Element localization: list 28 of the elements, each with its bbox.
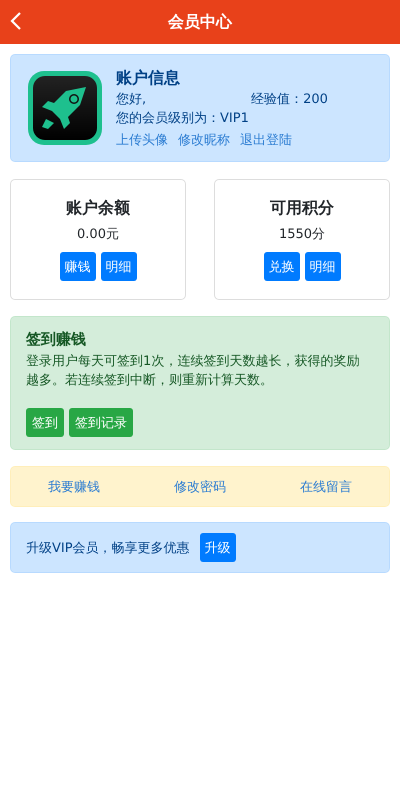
profile-link[interactable]: 修改昵称 xyxy=(178,130,230,150)
quick-link[interactable]: 修改密码 xyxy=(174,478,226,496)
checkin-button[interactable]: 签到记录 xyxy=(69,408,133,437)
action-button[interactable]: 明细 xyxy=(100,252,136,281)
quick-link[interactable]: 我要赚钱 xyxy=(48,478,100,496)
upgrade-button[interactable]: 升级 xyxy=(200,533,236,562)
stat-value: 1550分 xyxy=(278,226,326,244)
action-button[interactable]: 赚钱 xyxy=(60,252,96,281)
back-button[interactable] xyxy=(10,11,22,31)
section-title: 签到赚钱 xyxy=(26,329,87,350)
page-title: 会员中心 xyxy=(168,12,232,32)
checkin-description: 登录用户每天可签到1次，连续签到天数越长，获得的奖励越多。若连续签到中断，则重新计算天数。 xyxy=(26,353,360,390)
member-level-text: 您的会员级别为：VIP1 xyxy=(116,110,250,128)
rocket-icon xyxy=(26,69,104,147)
profile-link[interactable]: 上传头像 xyxy=(116,130,168,150)
stat-title: 账户余额 xyxy=(66,197,130,219)
checkin-button[interactable]: 签到 xyxy=(26,408,64,437)
profile-link[interactable]: 退出登陆 xyxy=(240,130,292,150)
back-icon xyxy=(10,11,22,31)
action-button[interactable]: 兑换 xyxy=(264,252,300,281)
action-button[interactable]: 明细 xyxy=(304,252,340,281)
quick-link[interactable]: 在线留言 xyxy=(300,478,352,496)
upgrade-text: 升级VIP会员，畅享更多优惠 xyxy=(26,540,190,556)
section-title: 账户信息 xyxy=(116,66,181,88)
experience-text: 经验值：200 xyxy=(251,90,328,108)
greeting-text: 您好, xyxy=(116,90,146,108)
stat-title: 可用积分 xyxy=(270,197,334,219)
stat-value: 0.00元 xyxy=(77,226,119,244)
